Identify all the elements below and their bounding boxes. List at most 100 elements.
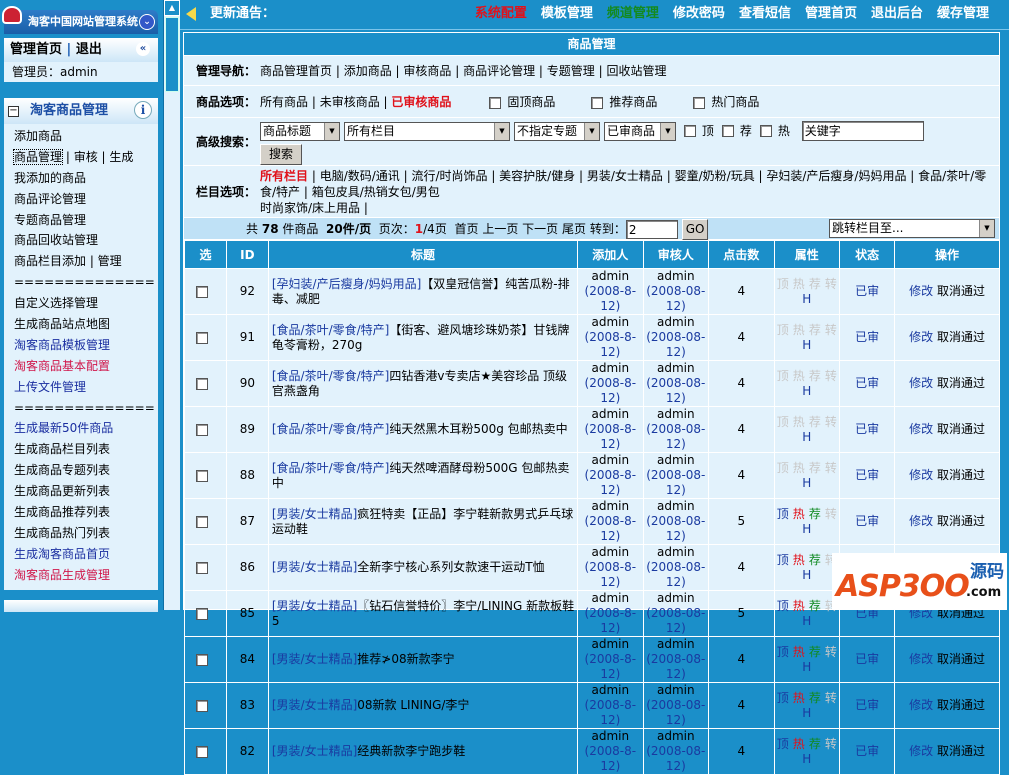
info-icon[interactable]: i [134,101,152,119]
checkbox[interactable] [591,96,604,109]
attribute-toggle[interactable]: 荐 [809,599,821,613]
attribute-toggle[interactable]: 转 [825,323,837,337]
sidebar-menu-item-label[interactable]: 添加商品 [14,129,62,143]
attribute-toggle[interactable]: 转 [825,277,837,291]
status-link[interactable]: 已审 [855,514,879,528]
sidebar-menu-item[interactable]: 上传文件管理 [14,377,158,398]
category-link[interactable]: 婴童/奶粉/玩具 [675,169,755,183]
attribute-toggle[interactable]: 转 [825,737,837,751]
attribute-toggle[interactable]: 顶 [777,277,789,291]
sidebar-menu-item[interactable]: 生成商品站点地图 [14,314,158,335]
top-link[interactable]: 频道管理 [607,6,659,21]
attribute-toggle[interactable]: 顶 [777,599,789,613]
attribute-toggle[interactable]: 热 [793,277,805,291]
row-checkbox[interactable] [196,331,209,344]
go-button[interactable]: GO [681,219,709,240]
manage-nav-link[interactable]: 专题管理 [547,64,595,78]
sidebar-menu-item[interactable]: 淘客商品模板管理 [14,335,158,356]
row-category-link[interactable]: [男装/女士精品] [272,560,357,574]
row-title-link[interactable]: 全新李宁核心系列女款速干运动T恤 [357,560,544,574]
collapse-down-icon[interactable]: ⌄ [139,14,155,30]
collapse-left-icon[interactable]: « [136,42,150,56]
attribute-toggle[interactable]: H [802,476,811,490]
row-title-link[interactable]: 推荐≯08新款李宁 [357,652,454,666]
sidebar-menu-item-label[interactable]: 生成最新50件商品 [14,421,113,435]
top-link[interactable]: 模板管理 [541,6,593,21]
attribute-toggle[interactable]: H [802,568,811,582]
search-checkbox[interactable]: 热 [759,124,790,138]
option-checkbox[interactable]: 热门商品 [693,95,759,109]
cancel-approval-link[interactable]: 取消通过 [937,468,985,482]
cancel-approval-link[interactable]: 取消通过 [937,376,985,390]
top-link[interactable]: 系统配置 [475,6,527,21]
attribute-toggle[interactable]: 顶 [777,691,789,705]
sidebar-menu-item[interactable]: 生成商品栏目列表 [14,439,158,460]
sidebar-menu-item-label[interactable]: ============== [14,401,155,415]
attribute-toggle[interactable]: 顶 [777,323,789,337]
row-category-link[interactable]: [食品/茶叶/零食/特产] [272,461,390,475]
attribute-toggle[interactable]: H [802,338,811,352]
attribute-toggle[interactable]: 转 [825,415,837,429]
checkbox[interactable] [683,125,696,137]
sidebar-menu-item-label[interactable]: 生成商品推荐列表 [14,505,110,519]
sidebar-menu-item-label[interactable]: 生成商品更新列表 [14,484,110,498]
row-checkbox[interactable] [196,285,209,298]
attribute-toggle[interactable]: 热 [793,461,805,475]
status-link[interactable]: 已审 [855,422,879,436]
sidebar-scrollbar[interactable]: ▲ [163,0,180,610]
first-page-link[interactable]: 首页 [454,222,478,236]
status-link[interactable]: 已审 [855,468,879,482]
category-link[interactable]: 箱包皮具/热销女包/男包 [312,185,440,199]
attribute-toggle[interactable]: 荐 [809,461,821,475]
sidebar-menu-item-label[interactable]: 商品回收站管理 [14,233,98,247]
category-link[interactable]: 所有栏目 [260,169,308,183]
column-select[interactable]: 所有栏目 ▼ [344,121,510,141]
row-checkbox[interactable] [196,423,209,436]
top-link[interactable]: 退出后台 [871,6,923,21]
status-link[interactable]: 已审 [855,376,879,390]
manage-nav-link[interactable]: 添加商品 [344,64,392,78]
search-button[interactable]: 搜索 [260,144,303,165]
attribute-toggle[interactable]: 顶 [777,645,789,659]
sidebar-menu-item-label[interactable]: 自定义选择管理 [14,296,98,310]
row-checkbox[interactable] [196,653,209,666]
attribute-toggle[interactable]: 顶 [777,369,789,383]
topic-select[interactable]: 不指定专题 ▼ [514,121,600,141]
row-title-link[interactable]: 经典新款李宁跑步鞋 [357,744,465,758]
goods-option-link[interactable]: 未审核商品 [320,95,380,109]
attribute-toggle[interactable]: H [802,614,811,628]
category-link[interactable]: 时尚家饰/床上用品 [260,201,360,215]
attribute-toggle[interactable]: 荐 [809,415,821,429]
sidebar-menu-item[interactable]: 生成商品热门列表 [14,523,158,544]
scroll-thumb[interactable] [165,17,179,92]
manage-nav-link[interactable]: 商品管理首页 [260,64,332,78]
attribute-toggle[interactable]: 热 [793,507,805,521]
sidebar-menu-item[interactable]: 专题商品管理 [14,210,158,231]
attribute-toggle[interactable]: 顶 [777,553,789,567]
attribute-toggle[interactable]: H [802,384,811,398]
attribute-toggle[interactable]: 顶 [777,415,789,429]
attribute-toggle[interactable]: 转 [825,645,837,659]
sidebar-menu-item[interactable]: 商品回收站管理 [14,230,158,251]
attribute-toggle[interactable]: 荐 [809,645,821,659]
sidebar-menu-item-label[interactable]: 生成商品热门列表 [14,526,110,540]
attribute-toggle[interactable]: H [802,706,811,720]
sidebar-menu-item-label[interactable]: 生成商品专题列表 [14,463,110,477]
edit-link[interactable]: 修改 [909,744,933,758]
status-link[interactable]: 已审 [855,698,879,712]
attribute-toggle[interactable]: 顶 [777,507,789,521]
sidebar-menu-item[interactable]: 商品管理 | 审核 | 生成 [12,147,158,168]
sidebar-menu-item[interactable]: 我添加的商品 [14,168,158,189]
edit-link[interactable]: 修改 [909,376,933,390]
jump-column-select[interactable]: 跳转栏目至... ▼ [829,219,995,238]
status-link[interactable]: 已审 [855,284,879,298]
attribute-toggle[interactable]: 荐 [809,507,821,521]
row-checkbox[interactable] [196,377,209,390]
row-checkbox[interactable] [196,699,209,712]
next-page-link[interactable]: 下一页 [522,222,558,236]
edit-link[interactable]: 修改 [909,284,933,298]
attribute-toggle[interactable]: 热 [793,415,805,429]
goto-page-input[interactable]: 2 [625,220,678,239]
sidebar-menu-item[interactable]: ============== [14,272,158,293]
row-checkbox[interactable] [196,745,209,758]
